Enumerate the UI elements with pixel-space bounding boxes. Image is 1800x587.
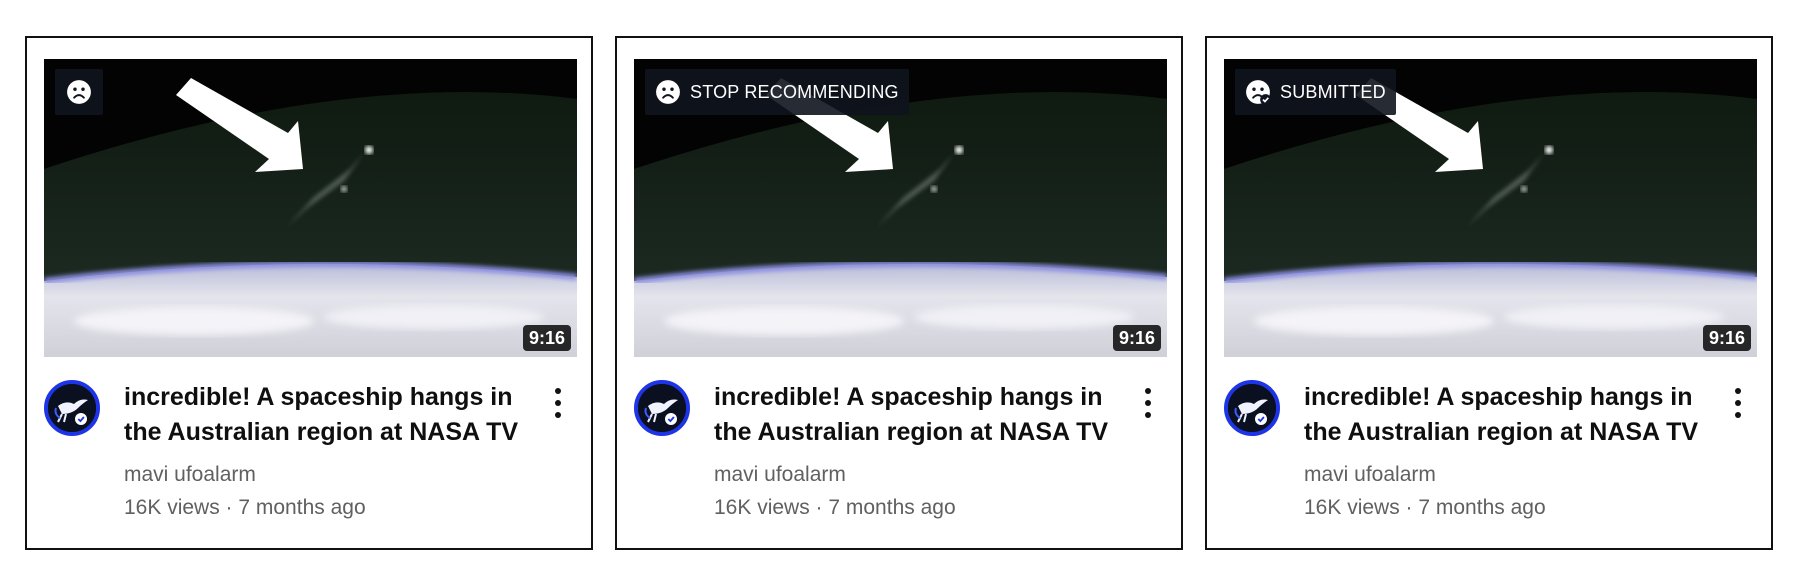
overlay-label: SUBMITTED xyxy=(1280,81,1386,102)
sad-face-icon xyxy=(67,80,91,104)
more-options-button[interactable] xyxy=(546,386,570,420)
kebab-dot xyxy=(555,388,561,394)
video-thumbnail[interactable]: 9:16 xyxy=(44,59,577,357)
channel-logo-icon xyxy=(48,384,96,432)
kebab-dot xyxy=(1145,388,1151,394)
video-meta: 16K views · 7 months ago xyxy=(1304,496,1546,519)
channel-name[interactable]: mavi ufoalarm xyxy=(714,462,846,488)
video-title[interactable]: incredible! A spaceship hangs in the Aus… xyxy=(714,380,1134,450)
duration-badge: 9:16 xyxy=(1702,325,1751,351)
video-card[interactable]: SUBMITTED 9:16 incredible! A spaceship h… xyxy=(1205,36,1773,550)
more-options-button[interactable] xyxy=(1726,386,1750,420)
duration-badge: 9:16 xyxy=(522,325,571,351)
kebab-dot xyxy=(555,400,561,406)
channel-avatar[interactable] xyxy=(634,380,690,436)
video-title[interactable]: incredible! A spaceship hangs in the Aus… xyxy=(124,380,544,450)
kebab-dot xyxy=(1735,412,1741,418)
channel-avatar[interactable] xyxy=(1224,380,1280,436)
channel-logo-icon xyxy=(638,384,686,432)
video-meta: 16K views · 7 months ago xyxy=(124,496,366,519)
submitted-badge: SUBMITTED xyxy=(1235,69,1396,115)
video-card[interactable]: 9:16 incredible! A spaceship hangs in th… xyxy=(25,36,593,550)
video-title[interactable]: incredible! A spaceship hangs in the Aus… xyxy=(1304,380,1724,450)
more-options-button[interactable] xyxy=(1136,386,1160,420)
channel-name[interactable]: mavi ufoalarm xyxy=(1304,462,1436,488)
kebab-dot xyxy=(1145,400,1151,406)
thumbnail-image xyxy=(44,59,577,357)
sad-face-check-icon xyxy=(1246,80,1271,105)
channel-avatar[interactable] xyxy=(44,380,100,436)
video-meta: 16K views · 7 months ago xyxy=(714,496,956,519)
video-card[interactable]: STOP RECOMMENDING 9:16 incredible! A spa… xyxy=(615,36,1183,550)
video-thumbnail[interactable]: STOP RECOMMENDING 9:16 xyxy=(634,59,1167,357)
stop-recommending-button[interactable]: STOP RECOMMENDING xyxy=(645,69,909,115)
channel-logo-icon xyxy=(1228,384,1276,432)
kebab-dot xyxy=(1735,400,1741,406)
feedback-button[interactable] xyxy=(55,69,103,115)
kebab-dot xyxy=(555,412,561,418)
kebab-dot xyxy=(1145,412,1151,418)
channel-name[interactable]: mavi ufoalarm xyxy=(124,462,256,488)
sad-face-icon xyxy=(656,80,680,104)
duration-badge: 9:16 xyxy=(1112,325,1161,351)
video-thumbnail[interactable]: SUBMITTED 9:16 xyxy=(1224,59,1757,357)
overlay-label: STOP RECOMMENDING xyxy=(690,81,899,102)
kebab-dot xyxy=(1735,388,1741,394)
